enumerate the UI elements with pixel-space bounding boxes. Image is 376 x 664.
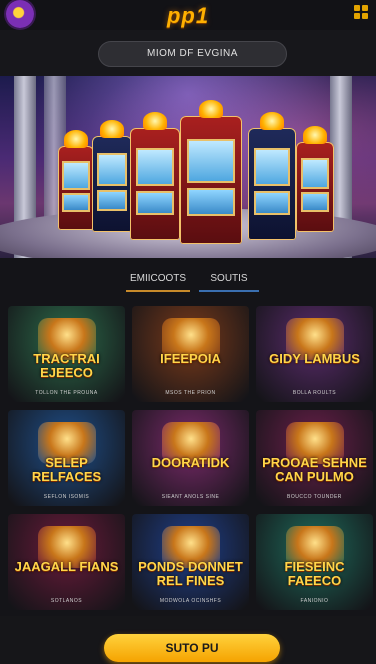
game-subtitle: FANIONIO xyxy=(300,598,329,604)
game-grid: TRACTRAI EJEECO TOLLON THE PROUNA IFEEPOI… xyxy=(8,306,373,610)
game-subtitle: MODWOLA OCINSHFS xyxy=(159,598,222,604)
game-card[interactable]: SELEP RELFACES SEFLON ISOMIS xyxy=(8,410,125,506)
game-subtitle: SEFLON ISOMIS xyxy=(43,494,90,500)
slot-machine-icon xyxy=(92,120,132,232)
game-title: TRACTRAI EJEECO xyxy=(33,351,100,380)
game-subtitle: MSOS THE PRION xyxy=(165,390,216,396)
game-subtitle: BOLLA ROULTS xyxy=(292,390,337,396)
slot-machine-icon xyxy=(296,126,334,232)
game-card[interactable]: FIESEINC FAEECO FANIONIO xyxy=(256,514,373,610)
game-card[interactable]: DOORATIDK SIEANT ANOLS SINE xyxy=(132,410,249,506)
game-title: PROOAE SEHNE CAN PULMO xyxy=(262,455,367,484)
game-card[interactable]: GIDY LAMBUS BOLLA ROULTS xyxy=(256,306,373,402)
category-tabs: EMIICOOTS SOUTIS xyxy=(0,258,376,300)
game-title: GIDY LAMBUS xyxy=(269,351,360,366)
game-card[interactable]: JAAGALL FIANS SOTLANOS xyxy=(8,514,125,610)
app-logo: pp1 xyxy=(166,3,210,28)
bottom-bar: SUTO PU xyxy=(0,616,376,664)
search-input[interactable]: MIOM DF EVGINA xyxy=(98,41,287,67)
game-subtitle: SIEANT ANOLS SINE xyxy=(161,494,220,500)
game-card[interactable]: PONDS DONNET REL FINES MODWOLA OCINSHFS xyxy=(132,514,249,610)
game-card[interactable]: PROOAE SEHNE CAN PULMO BOUCCO TOUNDER xyxy=(256,410,373,506)
play-button[interactable]: SUTO PU xyxy=(104,634,280,662)
game-subtitle: TOLLON THE PROUNA xyxy=(35,390,98,396)
game-subtitle: SOTLANOS xyxy=(50,598,83,604)
search-area: MIOM DF EVGINA xyxy=(0,30,376,76)
game-card[interactable]: TRACTRAI EJEECO TOLLON THE PROUNA xyxy=(8,306,125,402)
game-title: FIESEINC FAEECO xyxy=(284,559,345,588)
game-subtitle: BOUCCO TOUNDER xyxy=(287,494,342,500)
game-card[interactable]: IFEEPOIA MSOS THE PRION xyxy=(132,306,249,402)
slot-machine-icon xyxy=(180,100,242,244)
slot-machine-icon xyxy=(58,130,94,230)
tab-first[interactable]: EMIICOOTS xyxy=(126,270,190,292)
tab-second[interactable]: SOUTIS xyxy=(199,270,259,292)
game-title: DOORATIDK xyxy=(151,455,230,470)
slot-machine-icon xyxy=(248,112,296,240)
game-title: SELEP RELFACES xyxy=(31,455,102,484)
top-bar: pp1 xyxy=(0,0,376,30)
slot-machine-icon xyxy=(130,112,180,240)
grid-menu-icon[interactable] xyxy=(354,5,368,19)
game-title: PONDS DONNET REL FINES xyxy=(138,559,243,588)
game-title: JAAGALL FIANS xyxy=(14,559,119,574)
hero-banner[interactable] xyxy=(0,76,376,258)
game-title: IFEEPOIA xyxy=(160,351,221,366)
